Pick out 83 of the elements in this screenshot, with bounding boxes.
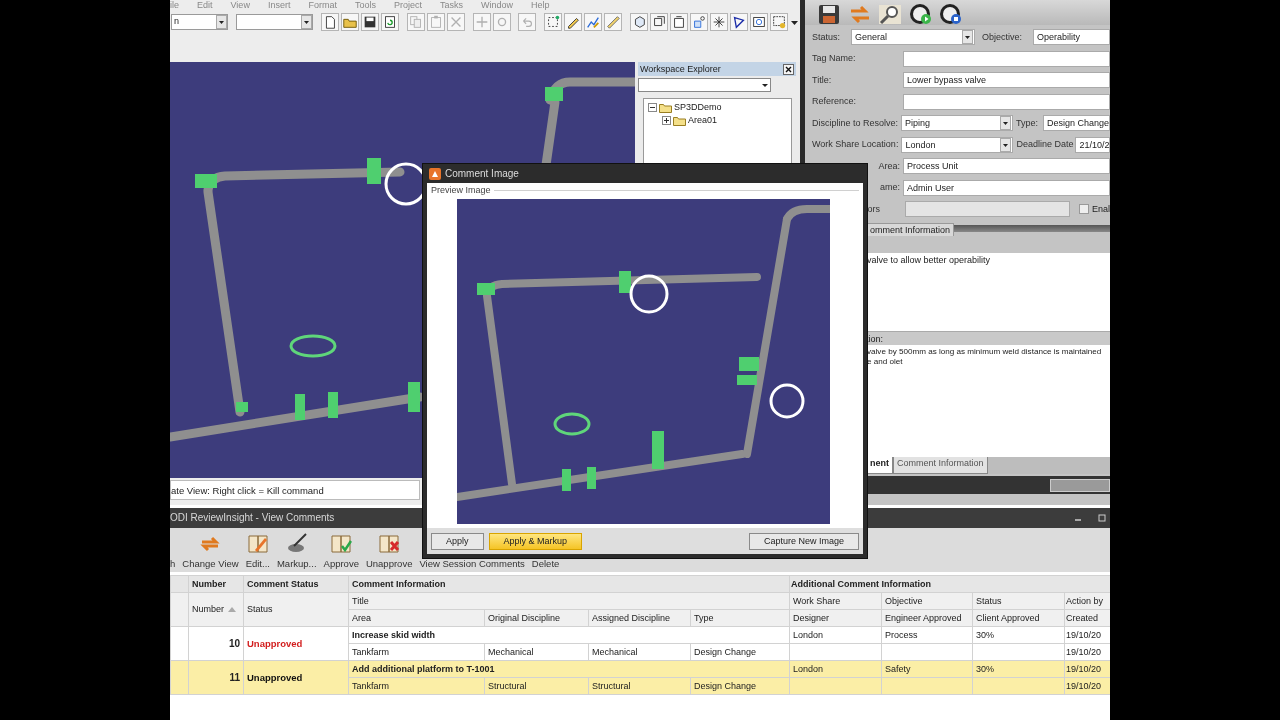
save-icon[interactable] [360,12,379,31]
tree-toggle-icon[interactable] [648,103,657,112]
folder-icon [673,115,686,126]
input-field[interactable]: Lower bypass valve [903,72,1110,88]
input-field[interactable]: Operability [1033,29,1110,45]
field-label: Title: [812,74,833,86]
toolbar-button[interactable]: Delete [531,557,560,569]
toolbar-button[interactable]: Unapprove [365,531,413,569]
field-label: ame: [879,182,900,193]
select-points-icon[interactable] [544,12,563,31]
scrollbar-thumb[interactable] [1050,478,1110,492]
dropdown[interactable]: n [171,13,229,30]
axes-icon[interactable] [710,12,729,31]
clock-play-icon[interactable] [907,3,933,25]
field-label: Type: [1016,117,1040,129]
pencil-icon[interactable] [564,12,583,31]
row-number: 11 [188,660,244,695]
comment-text: valve to allow better operability [866,253,1110,331]
tree-toggle-icon[interactable] [662,116,671,125]
field-label: Status: [812,31,841,43]
app-icon [429,167,441,180]
status-message: ate View: Right click = Kill command [170,480,420,500]
refresh-icon[interactable] [380,12,399,31]
section-tab[interactable]: omment Information [866,223,955,236]
open-folder-icon[interactable] [340,12,359,31]
dialog-button[interactable]: Apply & Markup [488,532,583,550]
toolbar-button[interactable]: Approve [323,531,359,569]
field-label: Reference: [812,96,858,107]
group-label: Preview Image [431,185,491,196]
tree-item[interactable]: Area01 [688,115,718,126]
field-label: Area: [877,160,900,172]
dialog-button[interactable]: Apply [431,532,484,550]
input-field[interactable]: Admin User [903,179,1110,196]
dropdown[interactable]: London [901,136,1014,153]
tree-item[interactable]: SP3DDemo [674,102,722,113]
clock-stop-icon[interactable] [937,3,963,25]
field-label: ors [866,203,880,215]
panel-title: Workspace Explorer [640,63,721,75]
maximize-icon[interactable] [1098,514,1106,522]
text-line: valve by 500mm as long as minimum weld distance is maintained [867,347,1103,357]
row-number: 10 [188,626,244,661]
input-field[interactable]: Design Change [1042,115,1110,131]
frame-icon[interactable] [750,12,769,31]
toolbar-button[interactable]: Markup... [276,531,317,569]
dialog-title: Comment Image [445,167,519,180]
selection-box-icon[interactable] [770,12,789,31]
checkbox-label: Enal [1092,203,1110,215]
tab[interactable]: Comment Information [893,457,988,474]
input-field[interactable] [903,93,1110,110]
pen-icon [285,531,308,554]
column-header: Additional Comment Information [789,575,1110,593]
input-field[interactable]: Process Unit [903,158,1110,174]
column-header: Comment Status [243,575,349,593]
status-text: Unapproved [243,626,349,661]
status-text: Unapproved [243,660,349,695]
toolbar-button[interactable]: View Session Comments [419,557,525,569]
magnifier-icon[interactable] [877,3,903,25]
column-header[interactable]: Number [192,604,224,615]
checkbox[interactable] [1079,204,1089,214]
toolbar-button[interactable]: h [170,557,176,569]
field-label: Deadline Date [1016,139,1073,150]
window-title: ODI ReviewInsight - View Comments [170,511,335,525]
field-label: Work Share Location: [812,139,899,150]
field-label: Objective: [982,31,1024,43]
folder-icon [659,102,672,113]
dropdown[interactable]: General [851,29,975,45]
box-icon[interactable] [670,12,689,31]
chart-pencil-icon[interactable] [584,12,603,31]
dropdown[interactable]: Piping [901,115,1014,131]
dialog-button[interactable]: Capture New Image [748,532,859,550]
column-header: Status [243,592,349,627]
close-icon[interactable] [783,63,794,75]
column-header: Comment Information [348,575,790,593]
input-field[interactable]: 21/10/2 [1075,136,1110,153]
column-header: Number [188,575,244,593]
ruler-icon[interactable] [604,12,623,31]
toolbar-button[interactable]: Edit... [245,531,270,569]
input-field[interactable] [903,50,1110,67]
tab[interactable]: nent [866,457,893,474]
toolbar-button[interactable]: Change View [182,531,239,569]
field-label: Tag Name: [812,53,857,64]
new-document-icon[interactable] [320,12,339,31]
field-label: Discipline to Resolve: [812,117,899,129]
